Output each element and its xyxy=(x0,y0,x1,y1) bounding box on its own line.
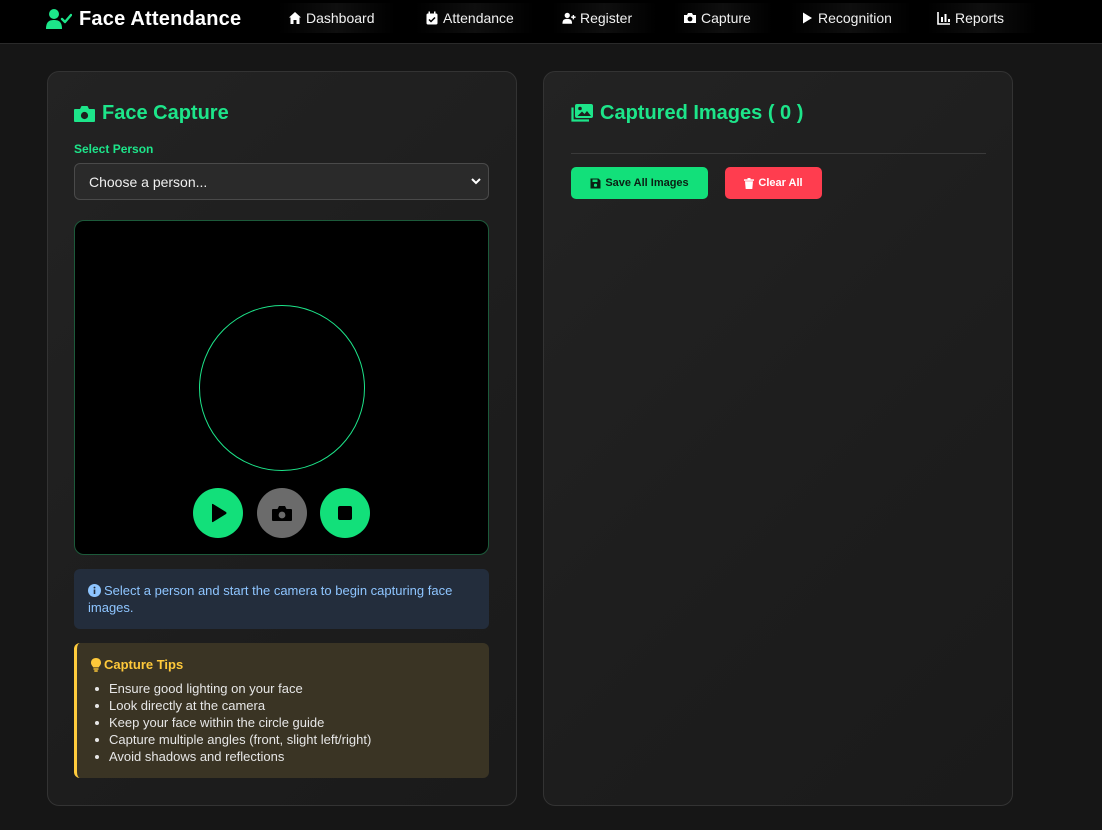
captured-images-panel: Captured Images ( 0 ) Save All Images Cl… xyxy=(543,71,1013,806)
trash-icon xyxy=(744,177,755,189)
captured-count-title: Captured Images ( 0 ) xyxy=(600,102,804,124)
stop-icon xyxy=(338,506,352,520)
info-icon xyxy=(88,584,101,597)
brand[interactable]: Face Attendance xyxy=(46,6,241,32)
start-camera-button[interactable] xyxy=(193,488,243,538)
camera-view xyxy=(74,220,489,555)
tips-list: Ensure good lighting on your face Look d… xyxy=(91,680,475,765)
nav-label: Capture xyxy=(701,10,751,26)
nav-label: Dashboard xyxy=(306,10,375,26)
play-icon xyxy=(212,503,227,523)
nav-label: Register xyxy=(580,10,633,26)
tips-header: Capture Tips xyxy=(91,657,475,672)
user-plus-icon xyxy=(562,12,576,24)
person-select-value: Choose a person... xyxy=(89,173,208,190)
play-icon xyxy=(803,12,812,24)
list-item: Look directly at the camera xyxy=(95,697,475,714)
chevron-down-icon xyxy=(471,178,481,185)
nav-label: Attendance xyxy=(443,10,514,26)
user-check-icon xyxy=(46,9,72,29)
calendar-check-icon xyxy=(426,11,438,25)
top-navbar: Face Attendance Dashboard Attendance Reg… xyxy=(0,0,1102,44)
tips-title: Capture Tips xyxy=(104,657,184,672)
chart-icon xyxy=(937,12,950,25)
lightbulb-icon xyxy=(91,657,101,672)
save-all-images-button[interactable]: Save All Images xyxy=(571,167,708,199)
capture-photo-button[interactable] xyxy=(257,488,307,538)
save-icon xyxy=(590,178,601,188)
clear-all-button[interactable]: Clear All xyxy=(725,167,822,199)
nav-item-attendance[interactable]: Attendance xyxy=(415,3,535,33)
home-icon xyxy=(289,12,301,24)
nav-item-recognition[interactable]: Recognition xyxy=(790,3,912,33)
captured-images-title: Captured Images ( 0 ) xyxy=(570,102,803,125)
nav-item-capture[interactable]: Capture xyxy=(673,3,773,33)
page-title: Face Capture xyxy=(102,102,229,124)
info-text: Select a person and start the camera to … xyxy=(88,583,453,615)
face-capture-title: Face Capture xyxy=(74,102,229,125)
person-select[interactable]: Choose a person... xyxy=(74,163,489,200)
nav-item-reports[interactable]: Reports xyxy=(927,3,1037,33)
brand-title: Face Attendance xyxy=(79,7,242,30)
nav-label: Recognition xyxy=(818,10,892,26)
info-alert: Select a person and start the camera to … xyxy=(74,569,489,629)
stop-camera-button[interactable] xyxy=(320,488,370,538)
clear-all-label: Clear All xyxy=(758,177,803,189)
images-icon xyxy=(571,104,593,122)
select-person-label: Select Person xyxy=(74,142,154,156)
divider xyxy=(571,153,986,154)
save-all-images-label: Save All Images xyxy=(605,177,689,189)
nav-label: Reports xyxy=(955,10,1005,26)
capture-tips: Capture Tips Ensure good lighting on you… xyxy=(74,643,489,778)
list-item: Ensure good lighting on your face xyxy=(95,680,475,697)
face-capture-panel: Face Capture Select Person Choose a pers… xyxy=(47,71,517,806)
list-item: Avoid shadows and reflections xyxy=(95,748,475,765)
list-item: Keep your face within the circle guide xyxy=(95,714,475,731)
nav-item-register[interactable]: Register xyxy=(552,3,657,33)
camera-icon xyxy=(74,105,95,122)
camera-icon xyxy=(684,13,696,23)
camera-icon xyxy=(272,505,292,521)
nav-item-dashboard[interactable]: Dashboard xyxy=(278,3,396,33)
face-guide-circle xyxy=(199,305,365,471)
list-item: Capture multiple angles (front, slight l… xyxy=(95,731,475,748)
